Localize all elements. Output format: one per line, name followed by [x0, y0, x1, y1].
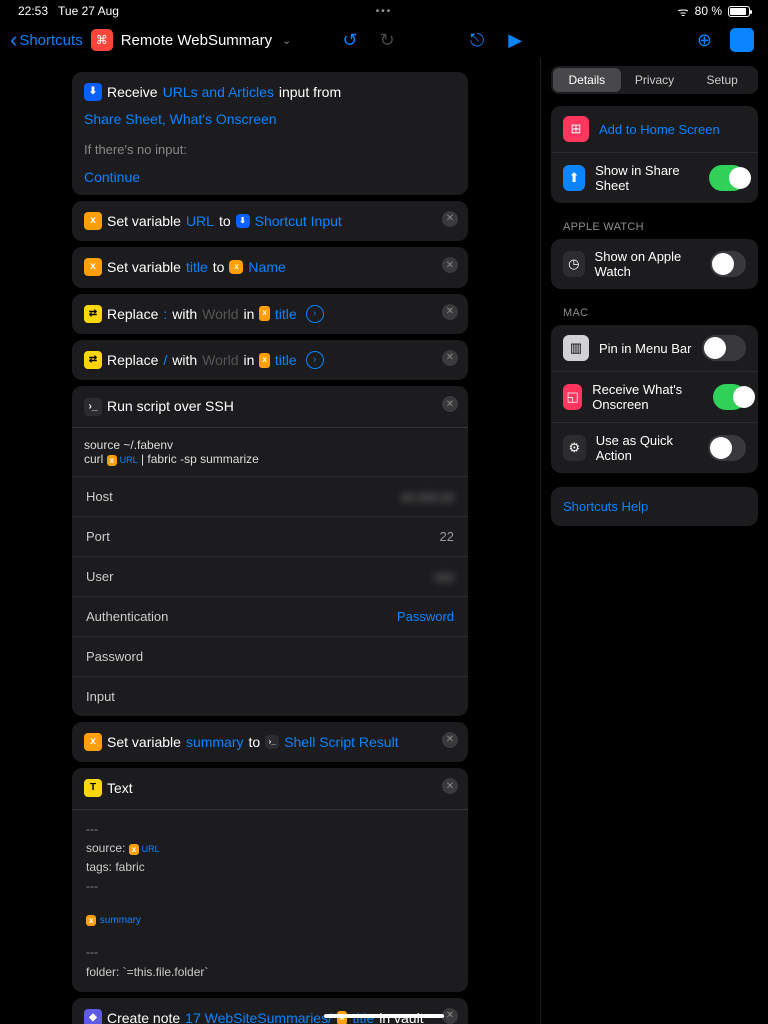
tab-details[interactable]: Details: [553, 68, 621, 92]
variable-icon: x: [84, 258, 102, 276]
close-icon[interactable]: ✕: [442, 778, 458, 794]
shortcut-icon: ⌘: [91, 29, 113, 51]
row-menubar[interactable]: ▥ Pin in Menu Bar: [551, 325, 758, 371]
row-share-sheet[interactable]: ⬆ Show in Share Sheet: [551, 152, 758, 203]
battery-icon: [728, 6, 750, 17]
redo-button: ↻: [380, 30, 395, 51]
ssh-auth-row[interactable]: AuthenticationPassword: [72, 596, 468, 636]
action-setvar-summary[interactable]: ✕ x Set variable summary to ›_ Shell Scr…: [72, 722, 468, 762]
tab-privacy[interactable]: Privacy: [621, 68, 689, 92]
close-icon[interactable]: ✕: [442, 304, 458, 320]
obsidian-icon: ◆: [84, 1009, 102, 1024]
info-button[interactable]: ⓘ: [730, 28, 754, 52]
terminal-icon: ›_: [84, 398, 102, 416]
sidebar-tabs[interactable]: Details Privacy Setup: [551, 66, 758, 94]
row-add-homescreen[interactable]: ⊞ Add to Home Screen: [551, 106, 758, 152]
hdr-applewatch: Apple Watch: [551, 217, 758, 239]
magic-var-icon: ⬇: [236, 214, 250, 228]
gear-icon: ⚙: [563, 435, 586, 461]
share-icon: ⬆: [563, 165, 585, 191]
hdr-mac: Mac: [551, 303, 758, 325]
menubar-icon: ▥: [563, 335, 589, 361]
ssh-user-row[interactable]: Userxxx: [72, 556, 468, 596]
row-quick-action[interactable]: ⚙ Use as Quick Action: [551, 422, 758, 473]
receive-label: Receive: [107, 81, 158, 103]
receive-source[interactable]: Share Sheet, What's Onscreen: [84, 108, 277, 130]
status-date: Tue 27 Aug: [58, 4, 119, 18]
terminal-icon: ›_: [265, 735, 279, 749]
action-setvar-title[interactable]: ✕ x Set variable title to x Name: [72, 247, 468, 287]
ssh-host-row[interactable]: Hostxx.xxx.xx: [72, 476, 468, 516]
replace-icon: ⇄: [84, 305, 102, 323]
close-icon[interactable]: ✕: [442, 350, 458, 366]
shortcut-title[interactable]: Remote WebSummary: [121, 32, 272, 49]
var-token-icon: x: [229, 260, 243, 274]
panel-mac: ▥ Pin in Menu Bar ◱ Receive What's Onscr…: [551, 325, 758, 473]
action-ssh[interactable]: ✕ ›_ Run script over SSH source ~/.faben…: [72, 386, 468, 715]
action-replace-2[interactable]: ✕ ⇄ Replace / with World in x title ›: [72, 340, 468, 380]
var-token-icon: x: [259, 306, 269, 321]
tab-setup[interactable]: Setup: [688, 68, 756, 92]
variable-icon: x: [84, 733, 102, 751]
toggle-onscreen[interactable]: [713, 384, 746, 410]
input-icon: ⬇: [84, 83, 102, 101]
close-icon[interactable]: ✕: [442, 732, 458, 748]
homescreen-icon: ⊞: [563, 116, 589, 142]
share-button[interactable]: ⎋: [470, 30, 484, 51]
action-setvar-url[interactable]: ✕ x Set variable URL to ⬇ Shortcut Input: [72, 201, 468, 241]
action-text[interactable]: ✕ T Text --- source: x URL tags: fabric …: [72, 768, 468, 992]
toggle-quick-action[interactable]: [708, 435, 746, 461]
toggle-watch[interactable]: [710, 251, 746, 277]
close-icon[interactable]: ✕: [442, 1008, 458, 1024]
shortcuts-help-button[interactable]: Shortcuts Help: [551, 487, 758, 526]
row-whats-onscreen[interactable]: ◱ Receive What's Onscreen: [551, 371, 758, 422]
disclosure-icon[interactable]: ›: [306, 305, 324, 323]
add-action-button[interactable]: ⊕: [697, 30, 712, 51]
text-body[interactable]: --- source: x URL tags: fabric --- x sum…: [72, 809, 468, 992]
receive-mid: input from: [279, 81, 341, 103]
noinput-label: If there's no input:: [72, 140, 468, 167]
receive-types[interactable]: URLs and Articles: [163, 81, 274, 103]
var-token-icon: x: [259, 353, 269, 368]
status-bar: 22:53 Tue 27 Aug ••• ᯤ 80 %: [0, 0, 768, 22]
ssh-port-row[interactable]: Port22: [72, 516, 468, 556]
editor-canvas[interactable]: ⬇ Receive URLs and Articles input from S…: [0, 58, 540, 1024]
details-sidebar: Details Privacy Setup ⊞ Add to Home Scre…: [540, 58, 768, 1024]
battery-pct: 80 %: [695, 4, 722, 18]
row-apple-watch[interactable]: ◷ Show on Apple Watch: [551, 239, 758, 289]
wifi-icon: ᯤ: [678, 3, 689, 20]
continue-option[interactable]: Continue: [84, 169, 140, 185]
action-replace-1[interactable]: ✕ ⇄ Replace : with World in x title ›: [72, 294, 468, 334]
toggle-share-sheet[interactable]: [709, 165, 746, 191]
disclosure-icon[interactable]: ›: [306, 351, 324, 369]
back-label: Shortcuts: [19, 32, 82, 49]
action-create-note[interactable]: ✕ ◆ Create note 17 WebSiteSummaries/xtit…: [72, 998, 468, 1024]
ssh-pwd-row[interactable]: Password: [72, 636, 468, 676]
text-icon: T: [84, 779, 102, 797]
watch-icon: ◷: [563, 251, 585, 277]
close-icon[interactable]: ✕: [442, 211, 458, 227]
back-button[interactable]: ‹ Shortcuts: [10, 32, 83, 49]
title-dropdown-icon[interactable]: ⌄: [282, 34, 291, 47]
ssh-input-row[interactable]: Input: [72, 676, 468, 716]
variable-icon: x: [84, 212, 102, 230]
home-indicator[interactable]: [324, 1014, 444, 1018]
multitask-dots[interactable]: •••: [376, 6, 393, 17]
panel-general: ⊞ Add to Home Screen ⬆ Show in Share She…: [551, 106, 758, 203]
undo-button[interactable]: ↺: [343, 30, 358, 51]
play-button[interactable]: ▶: [508, 30, 522, 51]
ssh-script-body[interactable]: source ~/.fabenv curl x URL | fabric -sp…: [72, 427, 468, 476]
toggle-menubar[interactable]: [702, 335, 746, 361]
replace-icon: ⇄: [84, 351, 102, 369]
onscreen-icon: ◱: [563, 384, 582, 410]
action-receive[interactable]: ⬇ Receive URLs and Articles input from S…: [72, 72, 468, 195]
panel-watch: ◷ Show on Apple Watch: [551, 239, 758, 289]
status-time: 22:53: [18, 4, 48, 18]
toolbar: ‹ Shortcuts ⌘ Remote WebSummary ⌄ ↺ ↻ ⎋ …: [0, 22, 768, 58]
